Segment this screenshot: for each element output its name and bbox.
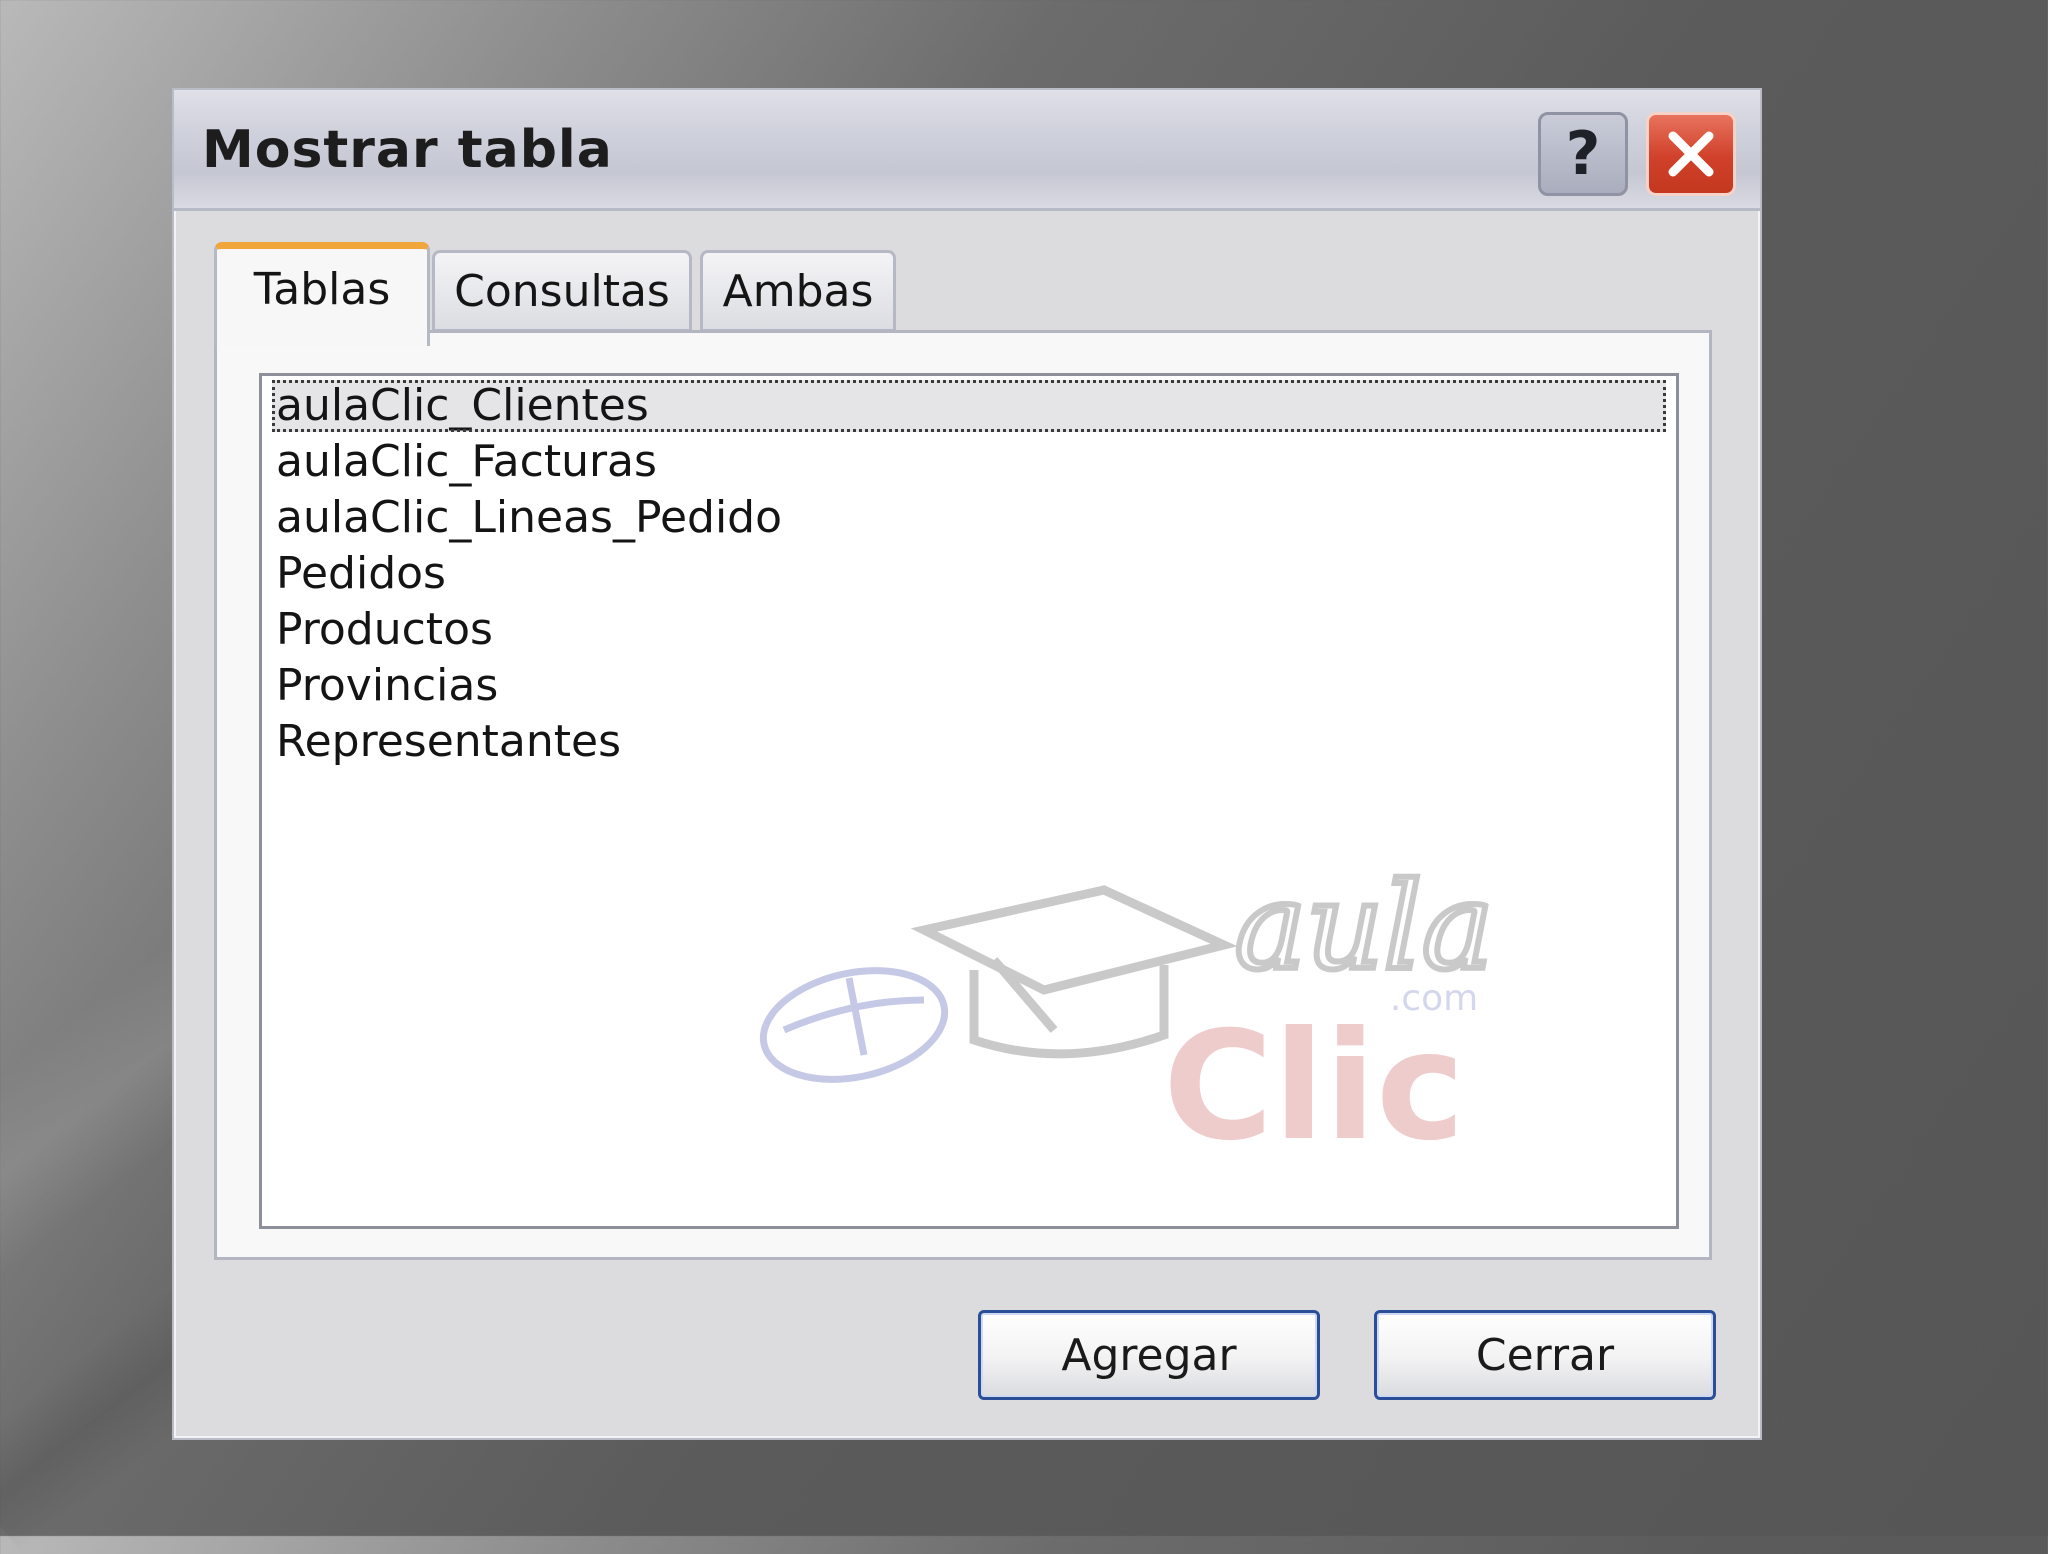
close-window-button[interactable] [1646,112,1736,196]
show-table-dialog: Mostrar tabla ? Tablas Consultas Ambas a… [172,88,1762,1440]
list-item[interactable]: Representantes [272,716,1666,768]
tab-label: Consultas [454,265,670,317]
tables-listbox[interactable]: aulaClic_Clientes aulaClic_Facturas aula… [259,373,1679,1229]
dialog-title-bar[interactable]: Mostrar tabla ? [174,90,1760,211]
tab-ambas[interactable]: Ambas [700,250,896,332]
list-item[interactable]: Pedidos [272,548,1666,600]
list-item[interactable]: Provincias [272,660,1666,712]
dialog-title: Mostrar tabla [202,120,613,180]
add-button-label: Agregar [1061,1329,1237,1381]
list-item[interactable]: aulaClic_Facturas [272,436,1666,488]
add-button[interactable]: Agregar [978,1310,1320,1400]
close-button[interactable]: Cerrar [1374,1310,1716,1400]
question-mark-icon: ? [1565,119,1601,189]
tab-panel-tablas: aulaClic_Clientes aulaClic_Facturas aula… [214,330,1712,1260]
list-item[interactable]: Productos [272,604,1666,656]
close-x-icon [1668,131,1714,177]
tab-label: Ambas [722,265,874,317]
tab-consultas[interactable]: Consultas [432,250,692,332]
tab-tablas[interactable]: Tablas [214,242,430,346]
list-item[interactable]: aulaClic_Lineas_Pedido [272,492,1666,544]
list-item[interactable]: aulaClic_Clientes [272,380,1666,432]
tab-label: Tablas [253,264,391,315]
help-button[interactable]: ? [1538,112,1628,196]
close-button-label: Cerrar [1475,1329,1615,1381]
